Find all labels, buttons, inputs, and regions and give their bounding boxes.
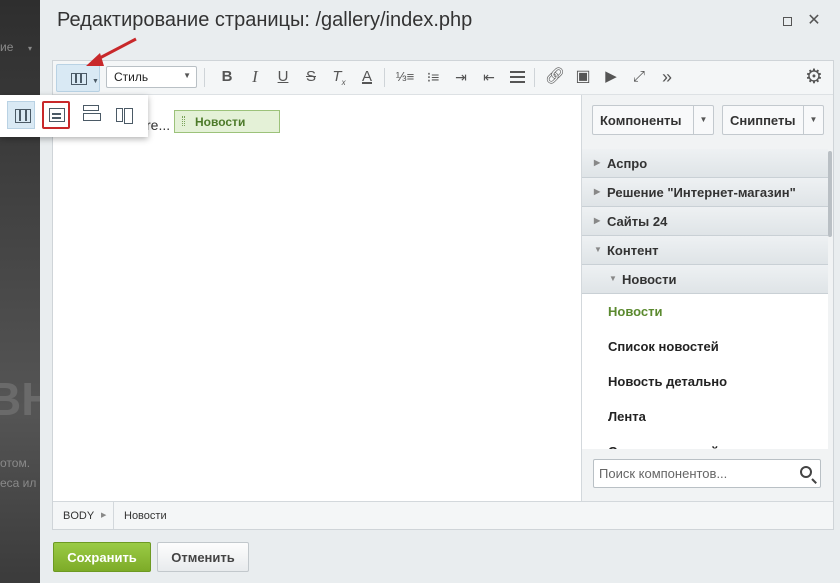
chevron-right-icon: ▶ xyxy=(594,216,601,225)
breadcrumb-item[interactable]: Новости xyxy=(124,510,167,522)
cancel-button[interactable]: Отменить xyxy=(157,542,249,572)
view-mode-wysiwyg-icon xyxy=(15,109,31,123)
view-mode-split-horizontal-button[interactable] xyxy=(76,101,104,129)
tree-group-label: Аспро xyxy=(607,156,648,171)
tree-group-label: Сайты 24 xyxy=(607,214,668,229)
toolbar-divider xyxy=(384,68,385,87)
image-icon[interactable]: ▣ xyxy=(572,66,594,88)
tab-snippets[interactable]: Сниппеты ▼ xyxy=(722,105,824,135)
view-mode-code-button[interactable] xyxy=(42,101,70,129)
save-button[interactable]: Сохранить xyxy=(53,542,151,572)
search-icon[interactable] xyxy=(800,466,812,478)
view-mode-wysiwyg-button[interactable] xyxy=(7,101,35,129)
chevron-down-icon: ▼ xyxy=(92,78,99,85)
chevron-right-icon: ▶ xyxy=(594,187,601,196)
component-block-label: Новости xyxy=(195,115,246,129)
chevron-down-icon[interactable]: ▼ xyxy=(693,106,713,134)
search-input[interactable] xyxy=(594,460,790,487)
chevron-down-icon: ▼ xyxy=(183,71,191,80)
chevron-down-icon: ▼ xyxy=(609,274,617,283)
toolbar-divider xyxy=(204,68,205,87)
backdrop-text: еса ил xyxy=(0,476,37,490)
breadcrumb-divider xyxy=(113,502,114,529)
red-arrow-icon xyxy=(86,37,137,66)
tree-group-label: Решение "Интернет-магазин" xyxy=(607,185,796,200)
italic-icon[interactable]: I xyxy=(244,66,266,88)
tab-snippets-label: Сниппеты xyxy=(730,113,796,128)
chevron-down-icon: ▼ xyxy=(594,245,602,254)
split-vertical-icon xyxy=(116,107,133,124)
tree-group-content[interactable]: ▼ Контент xyxy=(582,236,828,265)
tab-components[interactable]: Компоненты ▼ xyxy=(592,105,714,135)
page-backdrop: ие ▾ ВН отом. еса ил xyxy=(0,0,40,583)
link-icon[interactable]: 🔗︎ xyxy=(544,66,566,88)
dialog-titlebar[interactable]: Редактирование страницы: /gallery/index.… xyxy=(40,0,840,44)
editor-statusbar: BODY ▶ Новости xyxy=(53,501,833,529)
tree-group-sites24[interactable]: ▶ Сайты 24 xyxy=(582,207,828,236)
tree-leaf-news-list[interactable]: Список новостей xyxy=(582,329,828,364)
chevron-down-icon[interactable]: ▼ xyxy=(803,106,823,134)
view-mode-code-icon xyxy=(49,108,65,122)
backdrop-text: ие xyxy=(0,40,14,54)
tab-components-label: Компоненты xyxy=(600,113,682,128)
tree-leaf-news-detail[interactable]: Новость детально xyxy=(582,364,828,399)
outdent-icon[interactable]: ⇤ xyxy=(478,66,500,88)
components-panel: Компоненты ▼ Сниппеты ▼ ▶ Аспро ▶ Решение … xyxy=(581,95,833,501)
tree-leaf-news[interactable]: Новости xyxy=(582,294,828,329)
view-mode-split-vertical-button[interactable] xyxy=(110,101,138,129)
unordered-list-icon[interactable]: ⁝≡ xyxy=(422,66,444,88)
tree-leaf-feed[interactable]: Лента xyxy=(582,399,828,434)
align-icon[interactable] xyxy=(506,66,528,88)
settings-icon[interactable]: ⚙ xyxy=(803,66,825,88)
component-block[interactable]: Новости xyxy=(174,110,280,133)
tree-group-label: Контент xyxy=(607,243,659,258)
editor-toolbar: ▼ Стиль ▼ B I U S Tx A ⅓≡ ⁝≡ ⇥ ⇤ 🔗︎ ▣ ▶ … xyxy=(53,61,833,95)
breadcrumb-body[interactable]: BODY xyxy=(63,510,94,522)
toolbar-divider xyxy=(534,68,535,87)
backdrop-caret-icon: ▾ xyxy=(28,44,33,53)
components-tree: ▶ Аспро ▶ Решение "Интернет-магазин" ▶ Сайт… xyxy=(582,149,828,449)
drag-handle-icon[interactable] xyxy=(182,116,185,126)
chevron-right-icon: ▶ xyxy=(101,512,107,519)
dialog-title: Редактирование страницы: /gallery/index.… xyxy=(57,9,473,31)
chevron-right-icon: ▶ xyxy=(594,158,601,167)
font-color-icon[interactable]: A xyxy=(356,66,378,88)
tree-leaf-feed-news-list[interactable]: Список новостей для ленты xyxy=(582,434,828,449)
more-icon[interactable]: » xyxy=(656,66,678,88)
content-text: re... xyxy=(146,117,171,133)
strikethrough-icon[interactable]: S xyxy=(300,66,322,88)
bold-icon[interactable]: B xyxy=(216,66,238,88)
editor-content[interactable]: re... Новости xyxy=(53,95,581,501)
tree-group-aspro[interactable]: ▶ Аспро xyxy=(582,149,828,178)
split-horizontal-icon xyxy=(82,105,101,121)
backdrop-heading: ВН xyxy=(0,373,40,425)
view-mode-popup xyxy=(0,95,148,137)
backdrop-text: отом. xyxy=(0,456,31,470)
close-icon[interactable]: ✕ xyxy=(806,13,822,29)
edit-page-dialog: Редактирование страницы: /gallery/index.… xyxy=(40,0,840,583)
tree-subgroup-news[interactable]: ▼ Новости xyxy=(582,265,828,294)
ordered-list-icon[interactable]: ⅓≡ xyxy=(394,66,416,88)
fullscreen-icon[interactable]: ⤢ xyxy=(628,66,650,88)
html-editor: ▼ Стиль ▼ B I U S Tx A ⅓≡ ⁝≡ ⇥ ⇤ 🔗︎ ▣ ▶ … xyxy=(52,60,834,530)
tree-subgroup-label: Новости xyxy=(622,272,677,287)
indent-icon[interactable]: ⇥ xyxy=(450,66,472,88)
component-search xyxy=(593,459,821,488)
tree-scrollbar[interactable] xyxy=(828,151,832,237)
clear-format-icon[interactable]: Tx xyxy=(328,66,350,88)
tree-group-eshop[interactable]: ▶ Решение "Интернет-магазин" xyxy=(582,178,828,207)
video-icon[interactable]: ▶ xyxy=(600,66,622,88)
underline-icon[interactable]: U xyxy=(272,66,294,88)
maximize-icon[interactable] xyxy=(779,13,795,29)
